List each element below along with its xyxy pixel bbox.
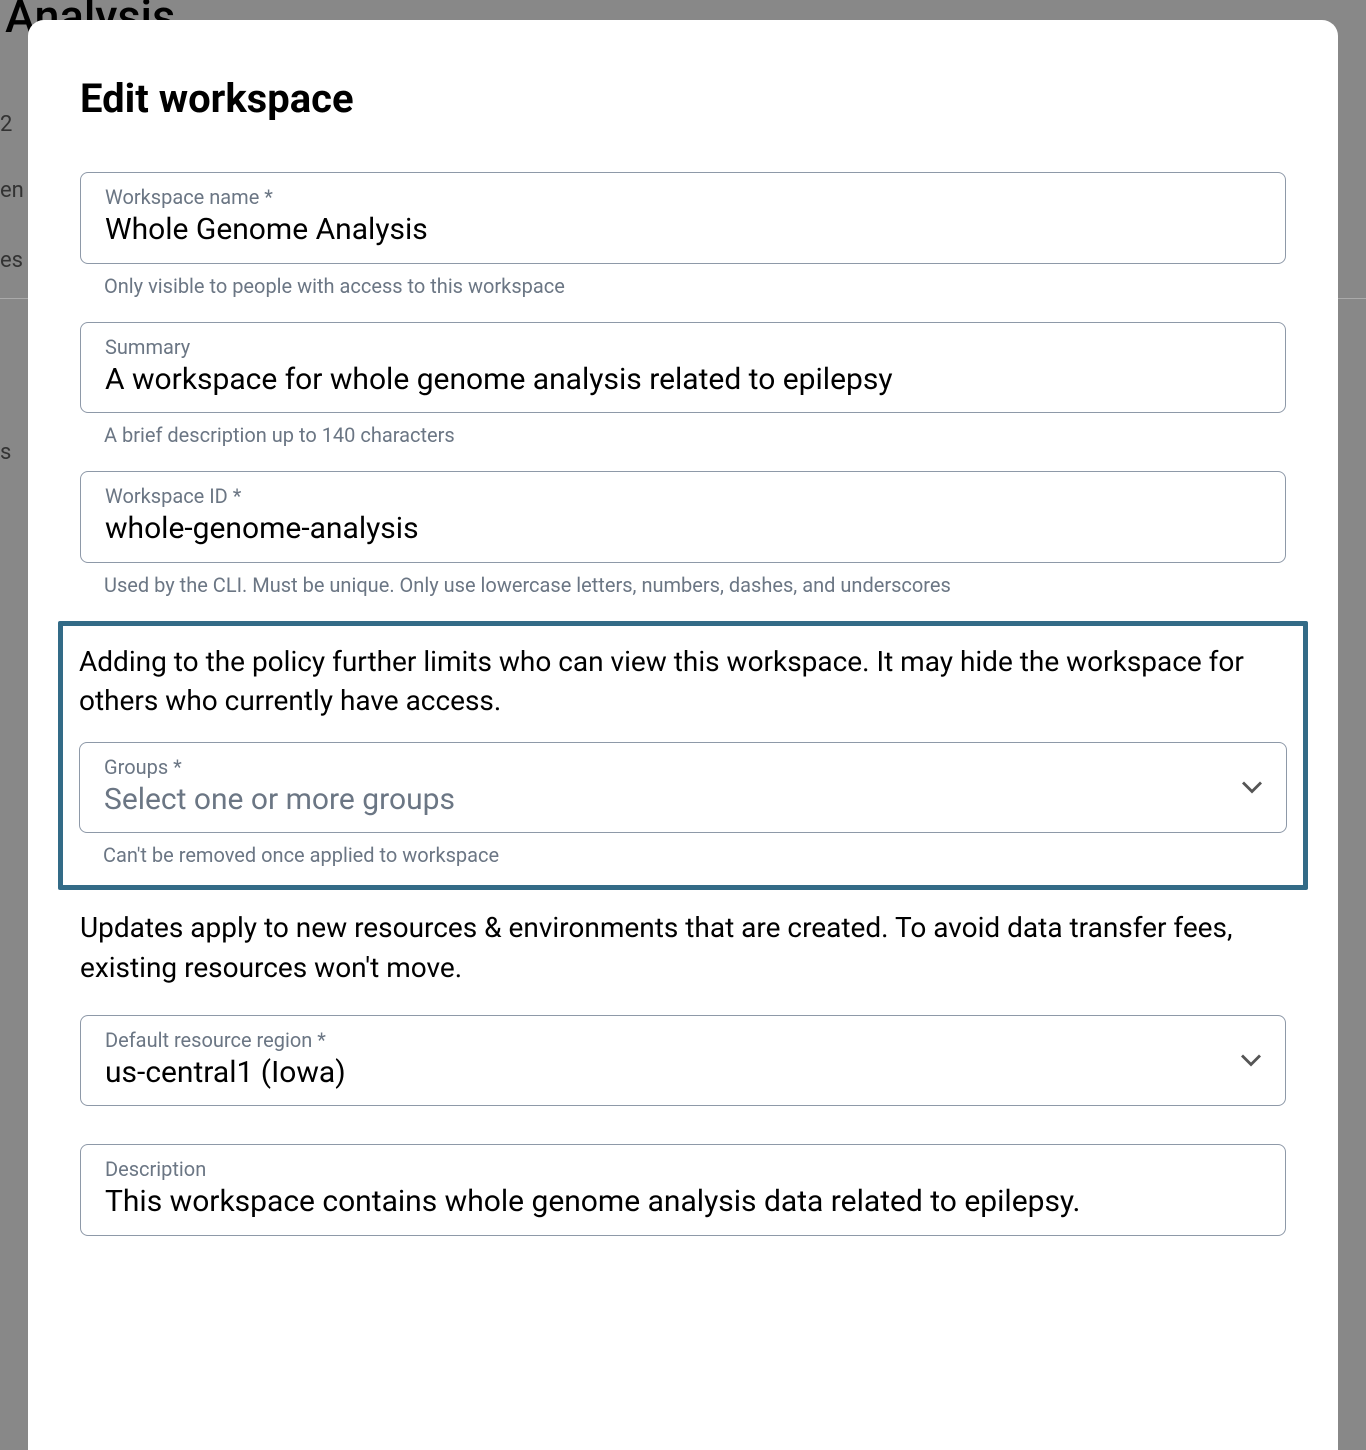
description-section: Description xyxy=(80,1144,1286,1236)
edit-workspace-modal: Edit workspace Workspace name * Only vis… xyxy=(28,20,1338,1450)
workspace-name-input[interactable] xyxy=(105,211,1261,249)
region-info-text: Updates apply to new resources & environ… xyxy=(80,908,1286,986)
summary-field[interactable]: Summary xyxy=(80,322,1286,414)
region-value: us-central1 (Iowa) xyxy=(105,1054,1261,1092)
chevron-down-icon xyxy=(1241,1051,1261,1070)
summary-helper: A brief description up to 140 characters xyxy=(80,423,1286,447)
description-input[interactable] xyxy=(105,1183,1261,1221)
groups-label: Groups * xyxy=(104,755,1262,779)
region-label: Default resource region * xyxy=(105,1028,1261,1052)
workspace-name-helper: Only visible to people with access to th… xyxy=(80,274,1286,298)
workspace-id-helper: Used by the CLI. Must be unique. Only us… xyxy=(80,573,1286,597)
workspace-id-input[interactable] xyxy=(105,510,1261,548)
workspace-id-field[interactable]: Workspace ID * xyxy=(80,471,1286,563)
summary-field-wrapper: Summary A brief description up to 140 ch… xyxy=(80,322,1286,448)
workspace-id-label: Workspace ID * xyxy=(105,484,1261,508)
background-fragment: en xyxy=(0,178,24,203)
summary-label: Summary xyxy=(105,335,1261,359)
policy-groups-box: Adding to the policy further limits who … xyxy=(58,621,1308,891)
groups-placeholder: Select one or more groups xyxy=(104,781,1262,819)
workspace-name-field-wrapper: Workspace name * Only visible to people … xyxy=(80,172,1286,298)
workspace-name-field[interactable]: Workspace name * xyxy=(80,172,1286,264)
summary-input[interactable] xyxy=(105,361,1261,399)
groups-helper: Can't be removed once applied to workspa… xyxy=(79,843,1287,867)
chevron-down-icon xyxy=(1242,778,1262,797)
description-field[interactable]: Description xyxy=(80,1144,1286,1236)
policy-info-text: Adding to the policy further limits who … xyxy=(79,642,1287,720)
groups-select[interactable]: Groups * Select one or more groups xyxy=(79,742,1287,834)
background-fragment: es xyxy=(0,248,23,273)
workspace-name-label: Workspace name * xyxy=(105,185,1261,209)
region-section: Updates apply to new resources & environ… xyxy=(80,908,1286,1106)
workspace-id-field-wrapper: Workspace ID * Used by the CLI. Must be … xyxy=(80,471,1286,597)
background-fragment: 2 xyxy=(0,112,12,137)
modal-title: Edit workspace xyxy=(80,75,1286,122)
region-select[interactable]: Default resource region * us-central1 (I… xyxy=(80,1015,1286,1107)
background-fragment: s xyxy=(0,440,11,465)
description-label: Description xyxy=(105,1157,1261,1181)
